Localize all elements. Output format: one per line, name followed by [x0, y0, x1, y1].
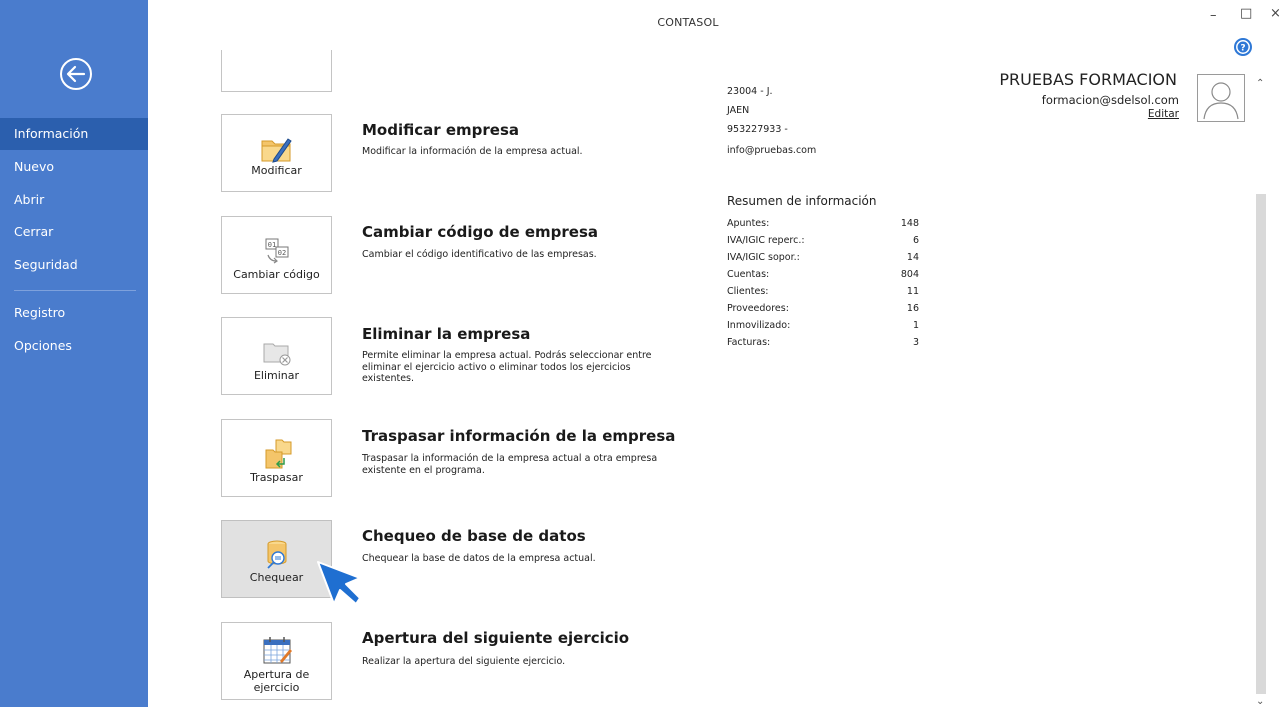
user-name: PRUEBAS FORMACION [999, 70, 1177, 89]
help-button[interactable]: ? [1233, 37, 1253, 57]
user-email: formacion@sdelsol.com [1041, 93, 1179, 107]
summary-row: Proveedores: 16 [727, 303, 919, 315]
user-avatar-icon [1203, 82, 1239, 120]
summary-title: Resumen de información [727, 194, 877, 208]
nav-item-registro[interactable]: Registro [0, 297, 148, 329]
tile-label: Eliminar [253, 369, 300, 382]
avatar[interactable] [1197, 74, 1245, 122]
sidebar-divider [14, 290, 136, 291]
summary-label: Proveedores: [727, 303, 789, 314]
company-postal: 23004 - J. [727, 86, 773, 97]
backstage-sidebar: Información Nuevo Abrir Cerrar Seguridad… [0, 0, 148, 707]
nav-item-nuevo[interactable]: Nuevo [0, 151, 148, 183]
svg-text:?: ? [1240, 44, 1245, 54]
change-code-icon: 01 02 [265, 238, 289, 264]
edit-profile-link[interactable]: Editar [1148, 108, 1179, 120]
back-arrow-icon [60, 58, 92, 90]
close-button[interactable]: × [1270, 6, 1281, 21]
mouse-pointer-icon [317, 561, 361, 605]
svg-text:01: 01 [268, 241, 276, 249]
summary-label: Apuntes: [727, 218, 770, 229]
calendar-icon [263, 637, 292, 664]
action-description: Chequear la base de datos de la empresa … [362, 553, 596, 564]
summary-label: IVA/IGIC sopor.: [727, 252, 800, 263]
action-description: Realizar la apertura del siguiente ejerc… [362, 656, 566, 667]
action-title: Cambiar código de empresa [362, 223, 599, 241]
nav-item-opciones[interactable]: Opciones [0, 330, 148, 362]
summary-row: Apuntes: 148 [727, 218, 919, 230]
back-button[interactable] [58, 56, 94, 92]
delete-company-tile[interactable]: Eliminar [221, 317, 332, 395]
action-description: Permite eliminar la empresa actual. Podr… [362, 350, 652, 384]
summary-row: Inmovilizado: 1 [727, 320, 919, 332]
tile-label: Chequear [249, 571, 304, 584]
tile-label: Traspasar [250, 471, 303, 484]
help-icon: ? [1234, 38, 1252, 56]
summary-row: Clientes: 11 [727, 286, 919, 298]
summary-value: 16 [906, 303, 919, 314]
delete-folder-icon [263, 343, 291, 366]
summary-row: IVA/IGIC reperc.: 6 [727, 235, 919, 247]
tile-label-line2: ejercicio [253, 681, 300, 694]
scroll-up-icon[interactable]: ⌃ [1256, 78, 1264, 89]
company-city: JAEN [727, 105, 750, 116]
action-description: Traspasar la información de la empresa a… [362, 453, 658, 476]
summary-value: 148 [900, 218, 919, 229]
svg-text:02: 02 [278, 249, 286, 257]
company-email: info@pruebas.com [727, 145, 817, 156]
tile-label: Modificar [251, 164, 302, 177]
folder-pencil-icon [261, 138, 292, 163]
tile-partial-top[interactable] [221, 50, 332, 92]
modify-company-tile[interactable]: Modificar [221, 114, 332, 192]
summary-value: 1 [912, 320, 919, 331]
maximize-button[interactable]: □ [1240, 6, 1252, 21]
summary-label: Facturas: [727, 337, 771, 348]
summary-value: 14 [906, 252, 919, 263]
summary-value: 3 [912, 337, 919, 348]
title-bar: CONTASOL – □ × ? [148, 0, 1282, 56]
summary-row: IVA/IGIC sopor.: 14 [727, 252, 919, 264]
nav-item-abrir[interactable]: Abrir [0, 184, 148, 216]
database-check-icon [267, 540, 287, 569]
tile-label: Cambiar código [233, 268, 320, 281]
change-code-tile[interactable]: 01 02 Cambiar código [221, 216, 332, 294]
tile-label-line1: Apertura de [243, 668, 310, 681]
summary-value: 6 [912, 235, 919, 246]
action-title: Eliminar la empresa [362, 325, 531, 343]
vertical-scrollbar[interactable]: ⌃ ⌄ [1252, 74, 1270, 707]
scroll-down-icon[interactable]: ⌄ [1256, 696, 1264, 707]
nav-item-informacion[interactable]: Información [0, 118, 148, 150]
transfer-folder-icon [265, 439, 292, 469]
summary-label: Cuentas: [727, 269, 770, 280]
summary-label: IVA/IGIC reperc.: [727, 235, 805, 246]
summary-label: Clientes: [727, 286, 769, 297]
action-description: Cambiar el código identificativo de las … [362, 249, 597, 260]
transfer-company-tile[interactable]: Traspasar [221, 419, 332, 497]
scrollbar-thumb[interactable] [1256, 194, 1266, 694]
app-title: CONTASOL [657, 16, 719, 29]
summary-value: 804 [900, 269, 919, 280]
action-title: Modificar empresa [362, 121, 520, 139]
action-title: Chequeo de base de datos [362, 527, 586, 545]
summary-row: Facturas: 3 [727, 337, 919, 349]
company-phone: 953227933 - [727, 124, 788, 135]
minimize-button[interactable]: – [1210, 8, 1217, 23]
nav-item-cerrar[interactable]: Cerrar [0, 216, 148, 248]
summary-label: Inmovilizado: [727, 320, 791, 331]
open-fiscal-year-tile[interactable]: Apertura de ejercicio [221, 622, 332, 700]
summary-value: 11 [906, 286, 919, 297]
action-title: Traspasar información de la empresa [362, 427, 676, 445]
action-title: Apertura del siguiente ejercicio [362, 629, 630, 647]
summary-row: Cuentas: 804 [727, 269, 919, 281]
nav-item-seguridad[interactable]: Seguridad [0, 249, 148, 281]
action-description: Modificar la información de la empresa a… [362, 146, 583, 157]
